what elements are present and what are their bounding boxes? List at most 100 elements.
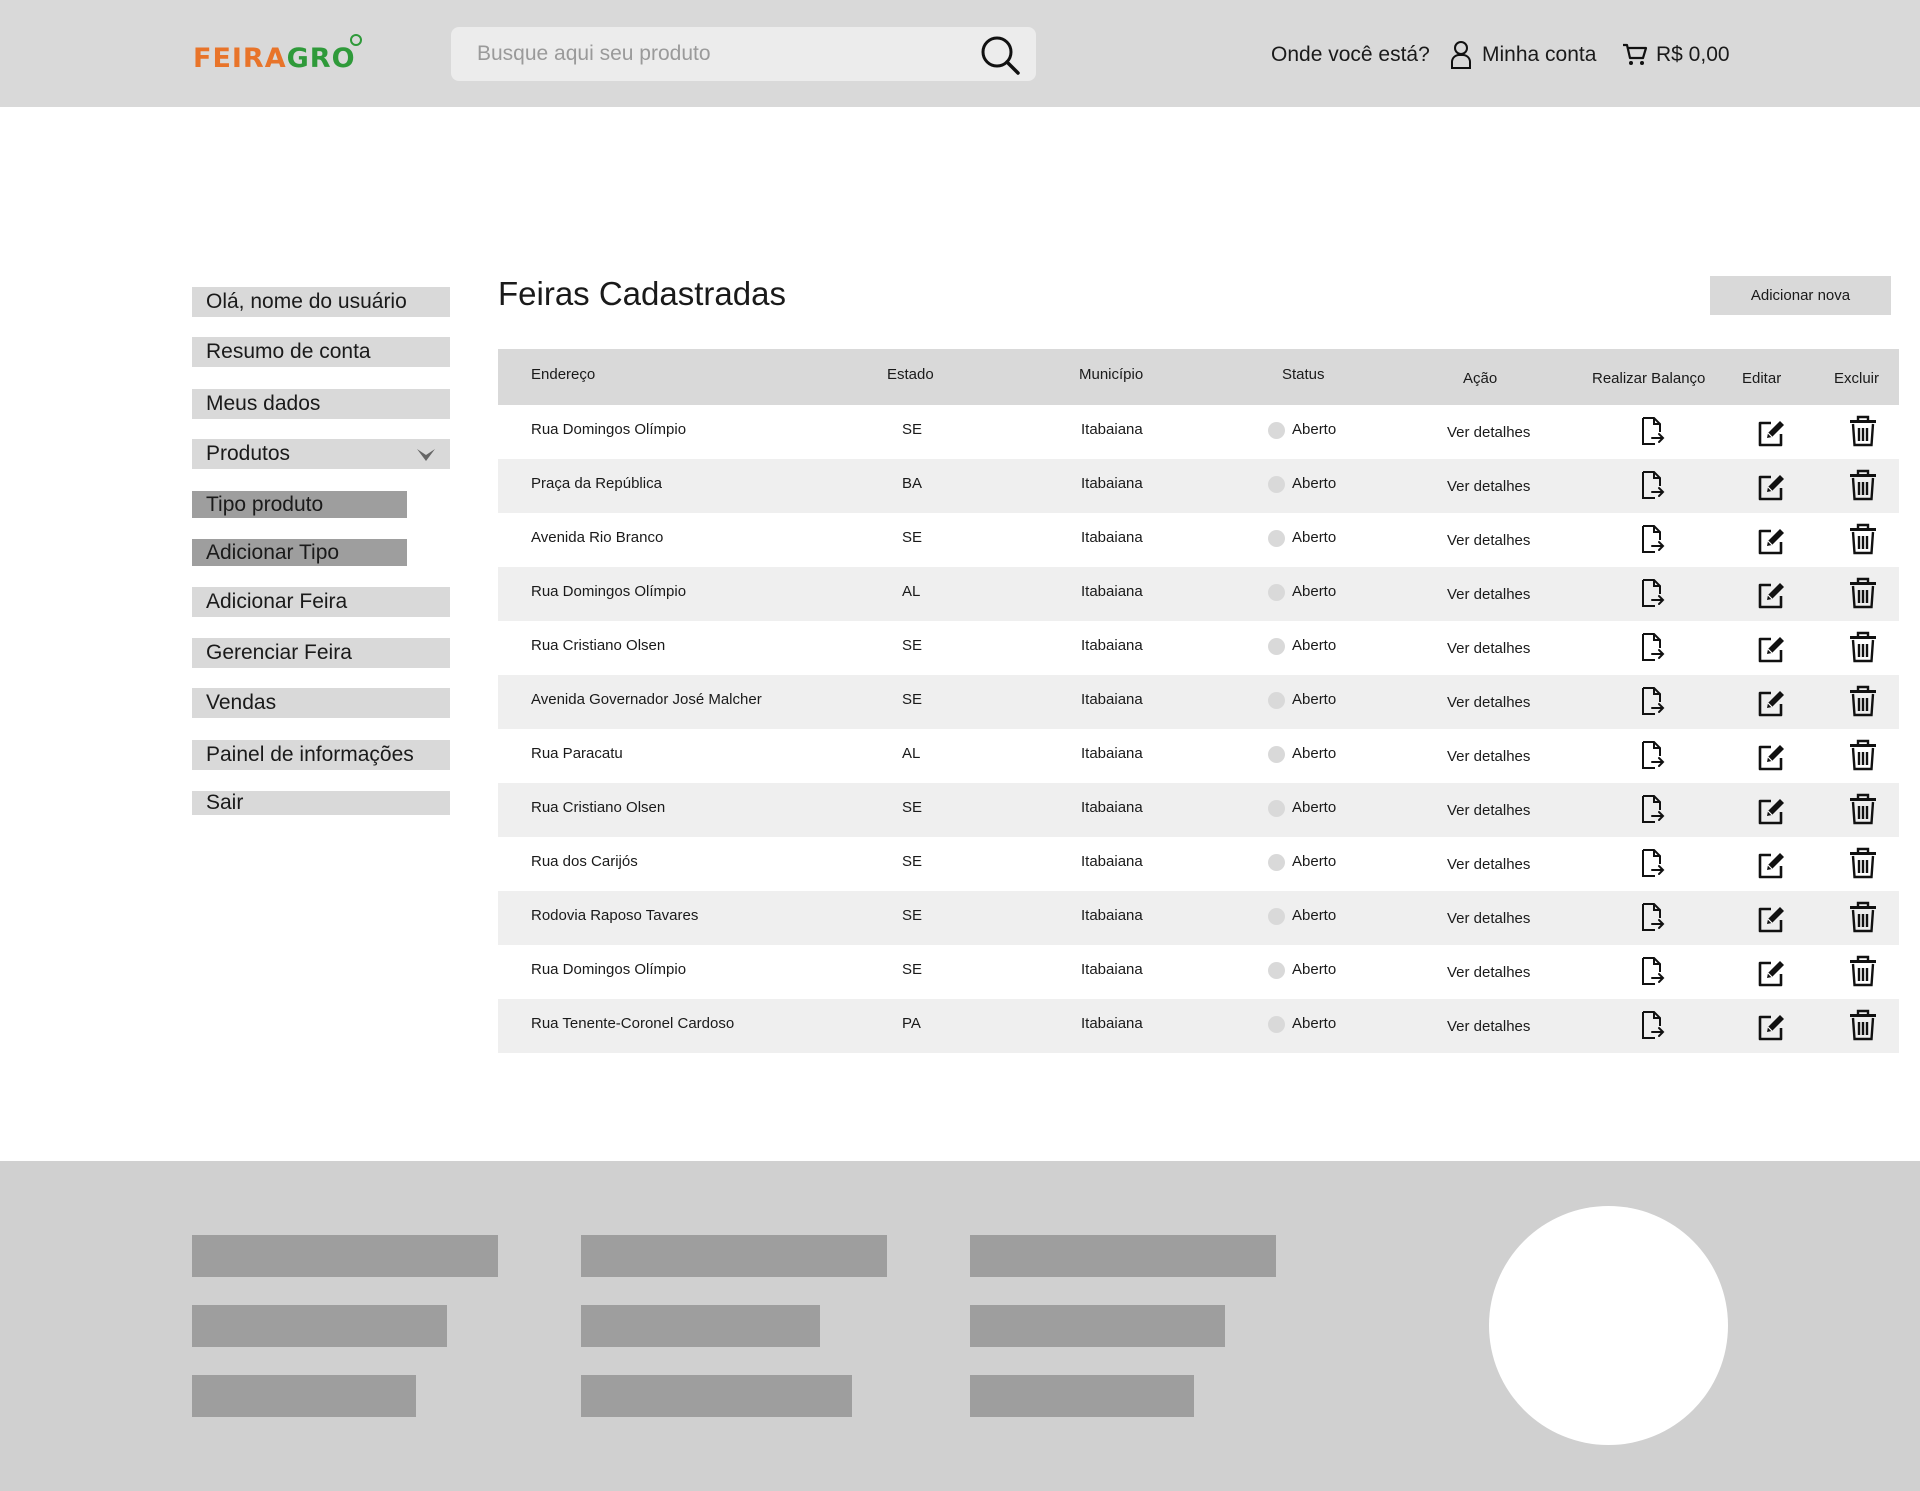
- edit-icon[interactable]: [1755, 741, 1787, 773]
- sidebar-item-my-data[interactable]: Meus dados: [192, 389, 450, 419]
- file-export-icon[interactable]: [1635, 847, 1667, 879]
- add-new-button[interactable]: Adicionar nova: [1710, 276, 1891, 315]
- cell-address: Avenida Governador José Malcher: [531, 691, 762, 708]
- view-details-link[interactable]: Ver detalhes: [1447, 694, 1530, 711]
- edit-icon[interactable]: [1755, 471, 1787, 503]
- view-details-link[interactable]: Ver detalhes: [1447, 910, 1530, 927]
- edit-icon[interactable]: [1755, 795, 1787, 827]
- file-export-icon[interactable]: [1635, 739, 1667, 771]
- file-export-icon[interactable]: [1635, 577, 1667, 609]
- page-footer: [0, 1161, 1920, 1491]
- footer-link-placeholder[interactable]: [581, 1375, 852, 1417]
- trash-icon[interactable]: [1847, 955, 1879, 987]
- status-dot-icon: [1268, 800, 1285, 817]
- cell-state: SE: [902, 961, 923, 978]
- chevron-down-icon[interactable]: [416, 447, 436, 463]
- trash-icon[interactable]: [1847, 469, 1879, 501]
- cart-link[interactable]: R$ 0,00: [1622, 38, 1730, 72]
- sidebar-item-label: Gerenciar Feira: [206, 641, 352, 664]
- footer-link-placeholder[interactable]: [970, 1235, 1276, 1277]
- trash-icon[interactable]: [1847, 847, 1879, 879]
- cell-city: Itabaiana: [1081, 691, 1143, 708]
- sidebar-item-add-type[interactable]: Adicionar Tipo: [192, 539, 407, 566]
- feiragro-logo[interactable]: FEIRA GRO: [193, 34, 362, 74]
- trash-icon[interactable]: [1847, 577, 1879, 609]
- cell-address: Rua Cristiano Olsen: [531, 637, 666, 654]
- edit-icon[interactable]: [1755, 687, 1787, 719]
- trash-icon[interactable]: [1847, 415, 1879, 447]
- footer-link-placeholder[interactable]: [192, 1235, 498, 1277]
- sidebar-item-logout[interactable]: Sair: [192, 791, 450, 815]
- search-icon[interactable]: [978, 33, 1022, 77]
- file-export-icon[interactable]: [1635, 523, 1667, 555]
- trash-icon[interactable]: [1847, 1009, 1879, 1041]
- search-input[interactable]: [477, 27, 957, 81]
- sidebar-item-dashboard[interactable]: Painel de informações: [192, 740, 450, 770]
- trash-icon[interactable]: [1847, 631, 1879, 663]
- footer-link-placeholder[interactable]: [970, 1375, 1194, 1417]
- file-export-icon[interactable]: [1635, 469, 1667, 501]
- file-export-icon[interactable]: [1635, 793, 1667, 825]
- file-export-icon[interactable]: [1635, 685, 1667, 717]
- file-export-icon[interactable]: [1635, 901, 1667, 933]
- cell-address: Rua Domingos Olímpio: [531, 421, 687, 438]
- cell-status: Aberto: [1292, 853, 1337, 870]
- footer-link-placeholder[interactable]: [192, 1305, 447, 1347]
- sidebar-item-manage-fair[interactable]: Gerenciar Feira: [192, 638, 450, 668]
- sidebar-item-products[interactable]: Produtos: [192, 439, 450, 469]
- view-details-link[interactable]: Ver detalhes: [1447, 532, 1530, 549]
- edit-icon[interactable]: [1755, 957, 1787, 989]
- sidebar-item-add-fair[interactable]: Adicionar Feira: [192, 587, 450, 617]
- edit-icon[interactable]: [1755, 849, 1787, 881]
- trash-icon[interactable]: [1847, 739, 1879, 771]
- footer-link-placeholder[interactable]: [581, 1235, 887, 1277]
- footer-link-placeholder[interactable]: [192, 1375, 416, 1417]
- file-export-icon[interactable]: [1635, 415, 1667, 447]
- edit-icon[interactable]: [1755, 417, 1787, 449]
- trash-icon[interactable]: [1847, 685, 1879, 717]
- file-export-icon[interactable]: [1635, 1009, 1667, 1041]
- table-row: Rua Domingos Olímpio AL Itabaiana Aberto Ver…: [498, 567, 1899, 621]
- view-details-link[interactable]: Ver detalhes: [1447, 802, 1530, 819]
- cell-state: SE: [902, 853, 923, 870]
- search-bar: [451, 27, 1036, 81]
- location-link[interactable]: Onde você está?: [1271, 43, 1430, 67]
- account-label: Minha conta: [1482, 43, 1597, 66]
- sidebar-item-label: Produtos: [206, 442, 291, 465]
- view-details-link[interactable]: Ver detalhes: [1447, 424, 1530, 441]
- footer-link-placeholder[interactable]: [581, 1305, 820, 1347]
- sidebar-item-sales[interactable]: Vendas: [192, 688, 450, 718]
- table-row: Rua Domingos Olímpio SE Itabaiana Aberto Ver…: [498, 945, 1899, 999]
- edit-icon[interactable]: [1755, 903, 1787, 935]
- cell-state: SE: [902, 799, 923, 816]
- fairs-table: Endereço Estado Município Status Ação Re…: [498, 349, 1899, 1053]
- account-link[interactable]: Minha conta: [1450, 38, 1596, 72]
- edit-icon[interactable]: [1755, 633, 1787, 665]
- view-details-link[interactable]: Ver detalhes: [1447, 640, 1530, 657]
- view-details-link[interactable]: Ver detalhes: [1447, 856, 1530, 873]
- view-details-link[interactable]: Ver detalhes: [1447, 478, 1530, 495]
- view-details-link[interactable]: Ver detalhes: [1447, 964, 1530, 981]
- footer-image-placeholder: [1489, 1206, 1728, 1445]
- greeting-text: Olá, nome do usuário: [206, 290, 407, 313]
- edit-icon[interactable]: [1755, 525, 1787, 557]
- user-icon: [1451, 41, 1471, 69]
- view-details-link[interactable]: Ver detalhes: [1447, 1018, 1530, 1035]
- view-details-link[interactable]: Ver detalhes: [1447, 586, 1530, 603]
- trash-icon[interactable]: [1847, 793, 1879, 825]
- sidebar-item-account-summary[interactable]: Resumo de conta: [192, 337, 450, 367]
- edit-icon[interactable]: [1755, 579, 1787, 611]
- edit-icon[interactable]: [1755, 1011, 1787, 1043]
- trash-icon[interactable]: [1847, 901, 1879, 933]
- cell-status: Aberto: [1292, 745, 1337, 762]
- file-export-icon[interactable]: [1635, 955, 1667, 987]
- view-details-link[interactable]: Ver detalhes: [1447, 748, 1530, 765]
- column-header-state: Estado: [887, 366, 934, 383]
- table-row: Rua Paracatu AL Itabaiana Aberto Ver detalhe…: [498, 729, 1899, 783]
- cell-status: Aberto: [1292, 907, 1337, 924]
- trash-icon[interactable]: [1847, 523, 1879, 555]
- file-export-icon[interactable]: [1635, 631, 1667, 663]
- table-row: Rua Cristiano Olsen SE Itabaiana Aberto Ver …: [498, 783, 1899, 837]
- footer-link-placeholder[interactable]: [970, 1305, 1225, 1347]
- sidebar-item-product-type[interactable]: Tipo produto: [192, 491, 407, 518]
